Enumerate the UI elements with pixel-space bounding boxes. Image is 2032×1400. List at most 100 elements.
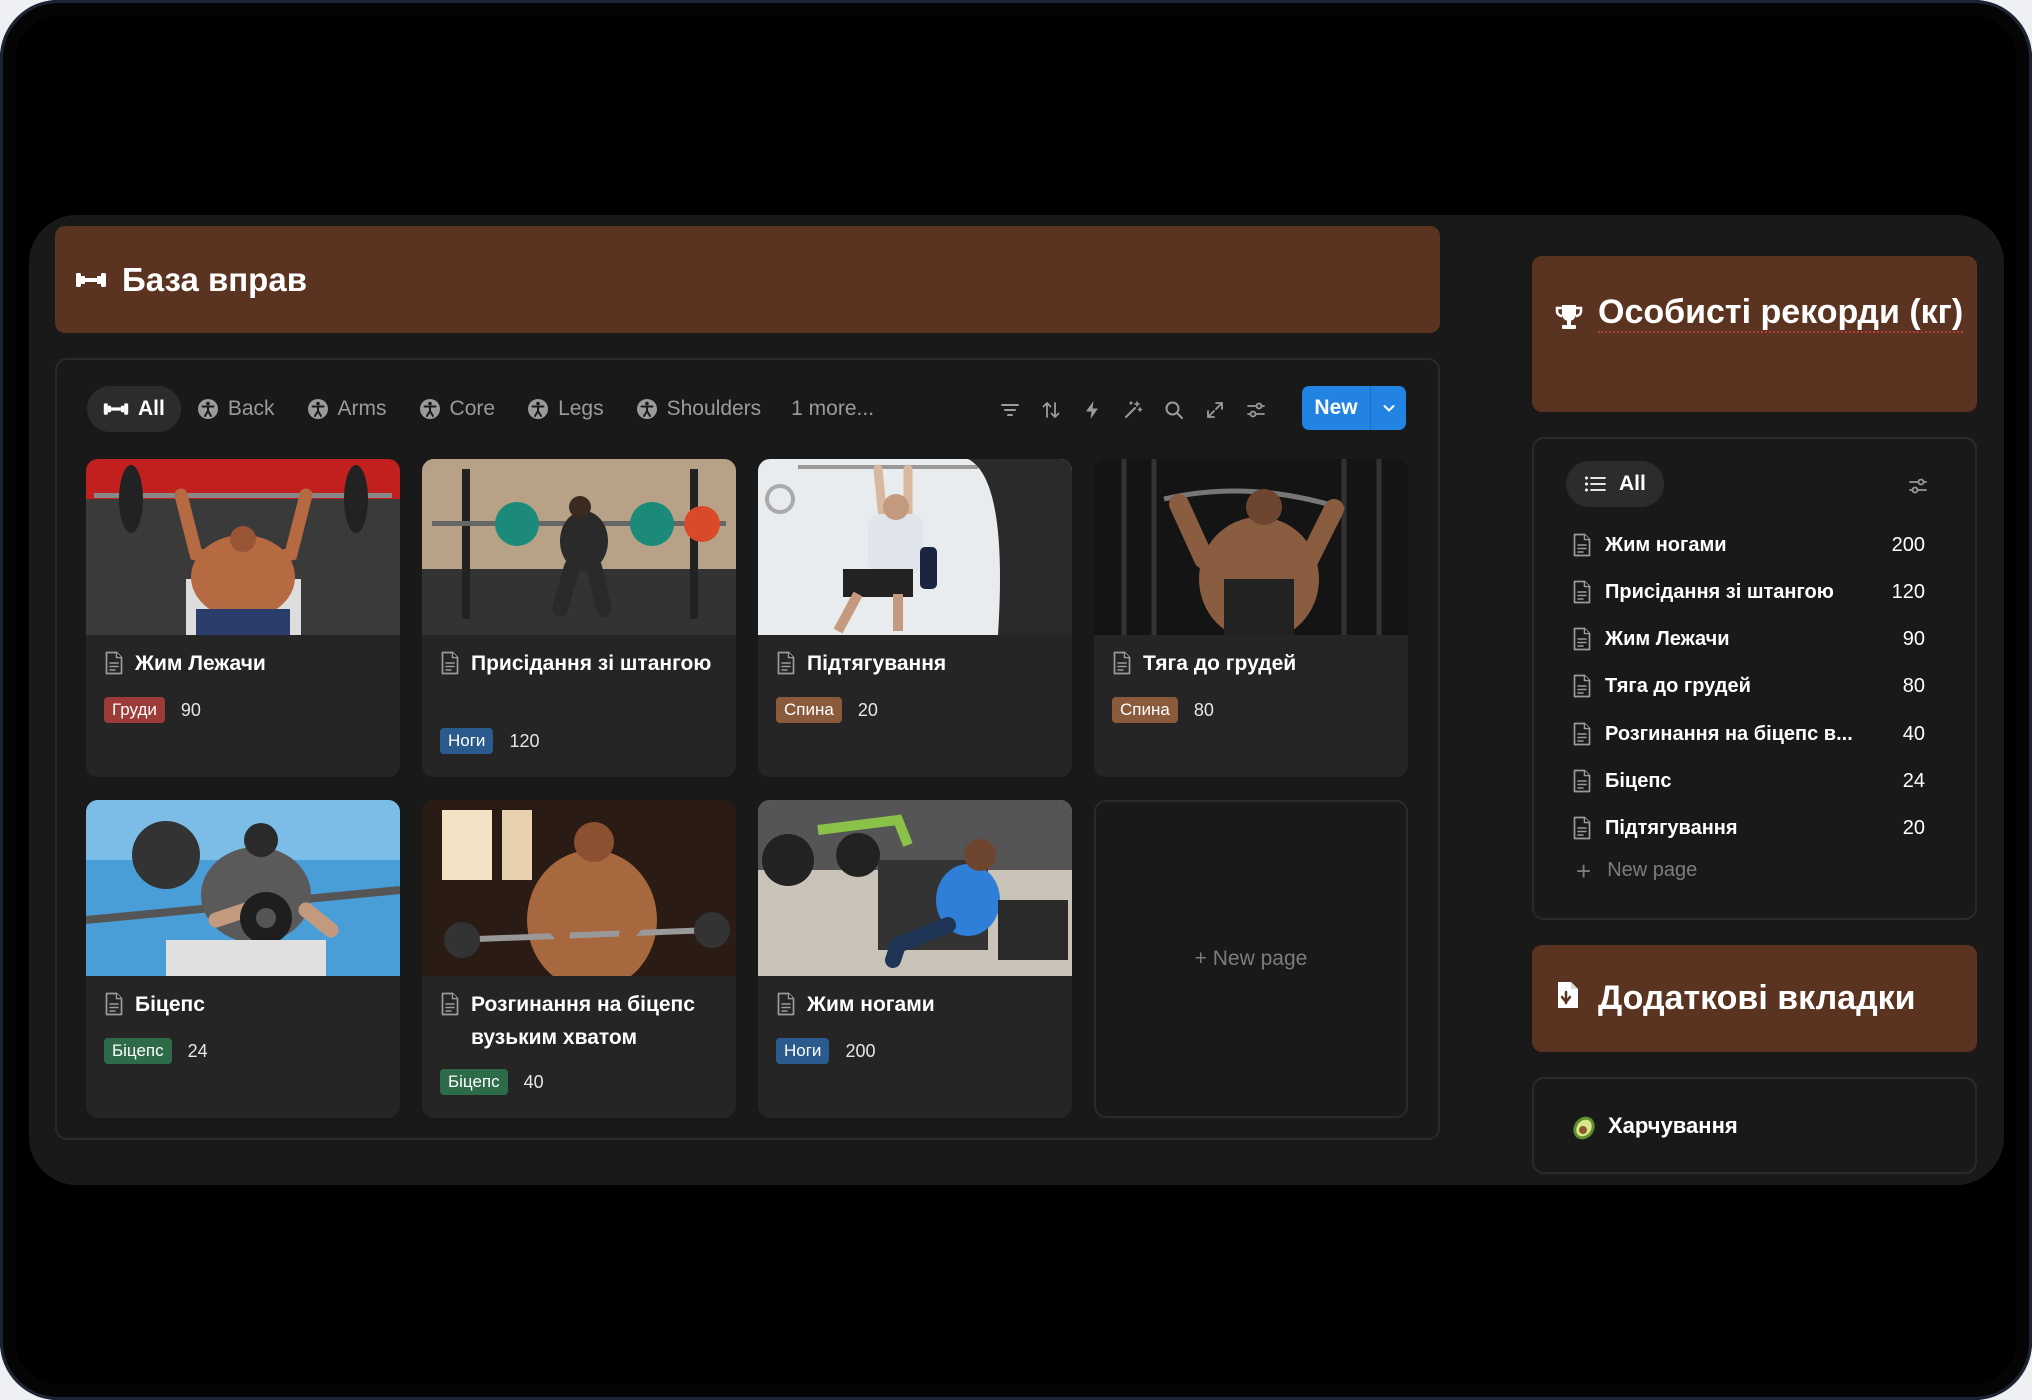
- page-icon: [1572, 769, 1592, 793]
- dumbbell-icon: [75, 261, 107, 299]
- muscle-tag: Спина: [1112, 697, 1178, 723]
- device-frame: База вправ All Back Arms Core Legs Shoul…: [0, 0, 2032, 1400]
- extra-tabs-title: Додаткові вкладки: [1598, 979, 1916, 1017]
- plus-icon: +: [1576, 855, 1592, 886]
- record-value: 80: [1193, 699, 1214, 720]
- card-cover-image: [86, 800, 400, 976]
- list-item[interactable]: Присідання зі штангою 120: [1572, 573, 1925, 611]
- tab-more[interactable]: 1 more...: [777, 386, 890, 432]
- exercise-card[interactable]: Жим Лежачи Груди 90: [86, 459, 400, 777]
- muscle-tag: Груди: [104, 697, 165, 723]
- card-meta: Спина 20: [776, 697, 878, 723]
- tab-legs[interactable]: Legs: [511, 386, 620, 432]
- card-meta: Біцепс 40: [440, 1069, 544, 1095]
- card-title: Жим ногами: [776, 988, 1060, 1026]
- page-icon: [440, 651, 460, 685]
- accessibility-icon: [197, 398, 219, 420]
- dumbbell-icon: [103, 400, 129, 418]
- card-title: Біцепс: [104, 988, 388, 1026]
- list-item[interactable]: Розгинання на біцепс в... 40: [1572, 715, 1925, 753]
- filter-icon[interactable]: [989, 396, 1030, 424]
- tab-all[interactable]: All: [1566, 461, 1664, 507]
- accessibility-icon: [636, 398, 658, 420]
- page-title: База вправ: [122, 260, 307, 298]
- tab-arms[interactable]: Arms: [291, 386, 403, 432]
- list-item[interactable]: Біцепс 24: [1572, 762, 1925, 800]
- exercise-card[interactable]: Біцепс Біцепс 24: [86, 800, 400, 1118]
- tab-core[interactable]: Core: [403, 386, 512, 432]
- search-icon[interactable]: [1153, 396, 1194, 424]
- settings-icon[interactable]: [1235, 396, 1276, 424]
- new-page-card[interactable]: + New page: [1094, 800, 1408, 1118]
- tab-back[interactable]: Back: [181, 386, 291, 432]
- card-meta: Біцепс 24: [104, 1038, 208, 1064]
- new-button[interactable]: New: [1302, 386, 1406, 430]
- exercise-card[interactable]: Присідання зі штангою Ноги 120: [422, 459, 736, 777]
- record-value: 120: [509, 730, 540, 751]
- tab-shoulders[interactable]: Shoulders: [620, 386, 778, 432]
- records-header: Особисті рекорди (кг): [1532, 256, 1977, 412]
- tab-all[interactable]: All: [87, 386, 181, 432]
- accessibility-icon: [419, 398, 441, 420]
- card-title: Розгинання на біцепс вузьким хватом: [440, 988, 724, 1054]
- exercise-card[interactable]: Розгинання на біцепс вузьким хватом Біце…: [422, 800, 736, 1118]
- list-item[interactable]: Тяга до грудей 80: [1572, 667, 1925, 705]
- nutrition-link[interactable]: Харчування: [1532, 1077, 1977, 1174]
- card-cover-image: [758, 459, 1072, 635]
- exercise-card[interactable]: Жим ногами Ноги 200: [758, 800, 1072, 1118]
- page-icon: [440, 992, 460, 1026]
- record-value: 90: [180, 699, 201, 720]
- exercise-card[interactable]: Тяга до грудей Спина 80: [1094, 459, 1408, 777]
- page-icon: [1572, 580, 1592, 604]
- page-icon: [1572, 722, 1592, 746]
- page-icon: [1572, 627, 1592, 651]
- muscle-tag: Біцепс: [104, 1038, 172, 1064]
- muscle-tag: Ноги: [440, 728, 494, 754]
- card-title: Підтягування: [776, 647, 1060, 685]
- chevron-down-icon[interactable]: [1371, 400, 1406, 416]
- list-item[interactable]: Жим ногами 200: [1572, 526, 1925, 564]
- record-value: 40: [523, 1071, 544, 1092]
- list-item[interactable]: Жим Лежачи 90: [1572, 620, 1925, 658]
- card-cover-image: [86, 459, 400, 635]
- page-icon: [1572, 674, 1592, 698]
- card-meta: Спина 80: [1112, 697, 1214, 723]
- record-value: 20: [857, 699, 878, 720]
- card-cover-image: [422, 800, 736, 976]
- document-icon: [1556, 979, 1580, 1018]
- page-icon: [104, 992, 124, 1026]
- lightning-icon[interactable]: [1071, 396, 1112, 424]
- extra-tabs-header: Додаткові вкладки: [1532, 945, 1977, 1052]
- new-page-button[interactable]: + New page: [1576, 855, 1697, 886]
- exercise-db-header: База вправ: [55, 226, 1440, 333]
- card-title: Присідання зі штангою: [440, 647, 724, 685]
- expand-icon[interactable]: [1194, 396, 1235, 424]
- card-meta: Груди 90: [104, 697, 201, 723]
- card-cover-image: [1094, 459, 1408, 635]
- view-tabs: All Back Arms Core Legs Shoulders 1 more…: [87, 386, 890, 432]
- page-icon: [1112, 651, 1132, 685]
- ai-sparkle-icon[interactable]: [1112, 396, 1153, 424]
- record-value: 24: [187, 1040, 208, 1061]
- muscle-tag: Спина: [776, 697, 842, 723]
- sort-icon[interactable]: [1030, 396, 1071, 424]
- exercise-card[interactable]: Підтягування Спина 20: [758, 459, 1072, 777]
- trophy-icon: [1554, 301, 1584, 340]
- muscle-tag: Ноги: [776, 1038, 830, 1064]
- card-cover-image: [758, 800, 1072, 976]
- records-list: All Жим ногами 200 Присідання зі штангою…: [1532, 437, 1977, 920]
- page-icon: [1572, 533, 1592, 557]
- card-meta: Ноги 120: [440, 728, 539, 754]
- record-value: 200: [845, 1040, 876, 1061]
- records-title: Особисті рекорди (кг): [1598, 293, 1964, 333]
- page-icon: [104, 651, 124, 685]
- page-icon: [776, 992, 796, 1026]
- avocado-icon: [1570, 1111, 1600, 1141]
- settings-icon[interactable]: [1907, 475, 1929, 502]
- card-cover-image: [422, 459, 736, 635]
- list-item[interactable]: Підтягування 20: [1572, 809, 1925, 847]
- card-title: Тяга до грудей: [1112, 647, 1396, 685]
- accessibility-icon: [527, 398, 549, 420]
- view-toolbar: [989, 396, 1276, 424]
- card-meta: Ноги 200: [776, 1038, 875, 1064]
